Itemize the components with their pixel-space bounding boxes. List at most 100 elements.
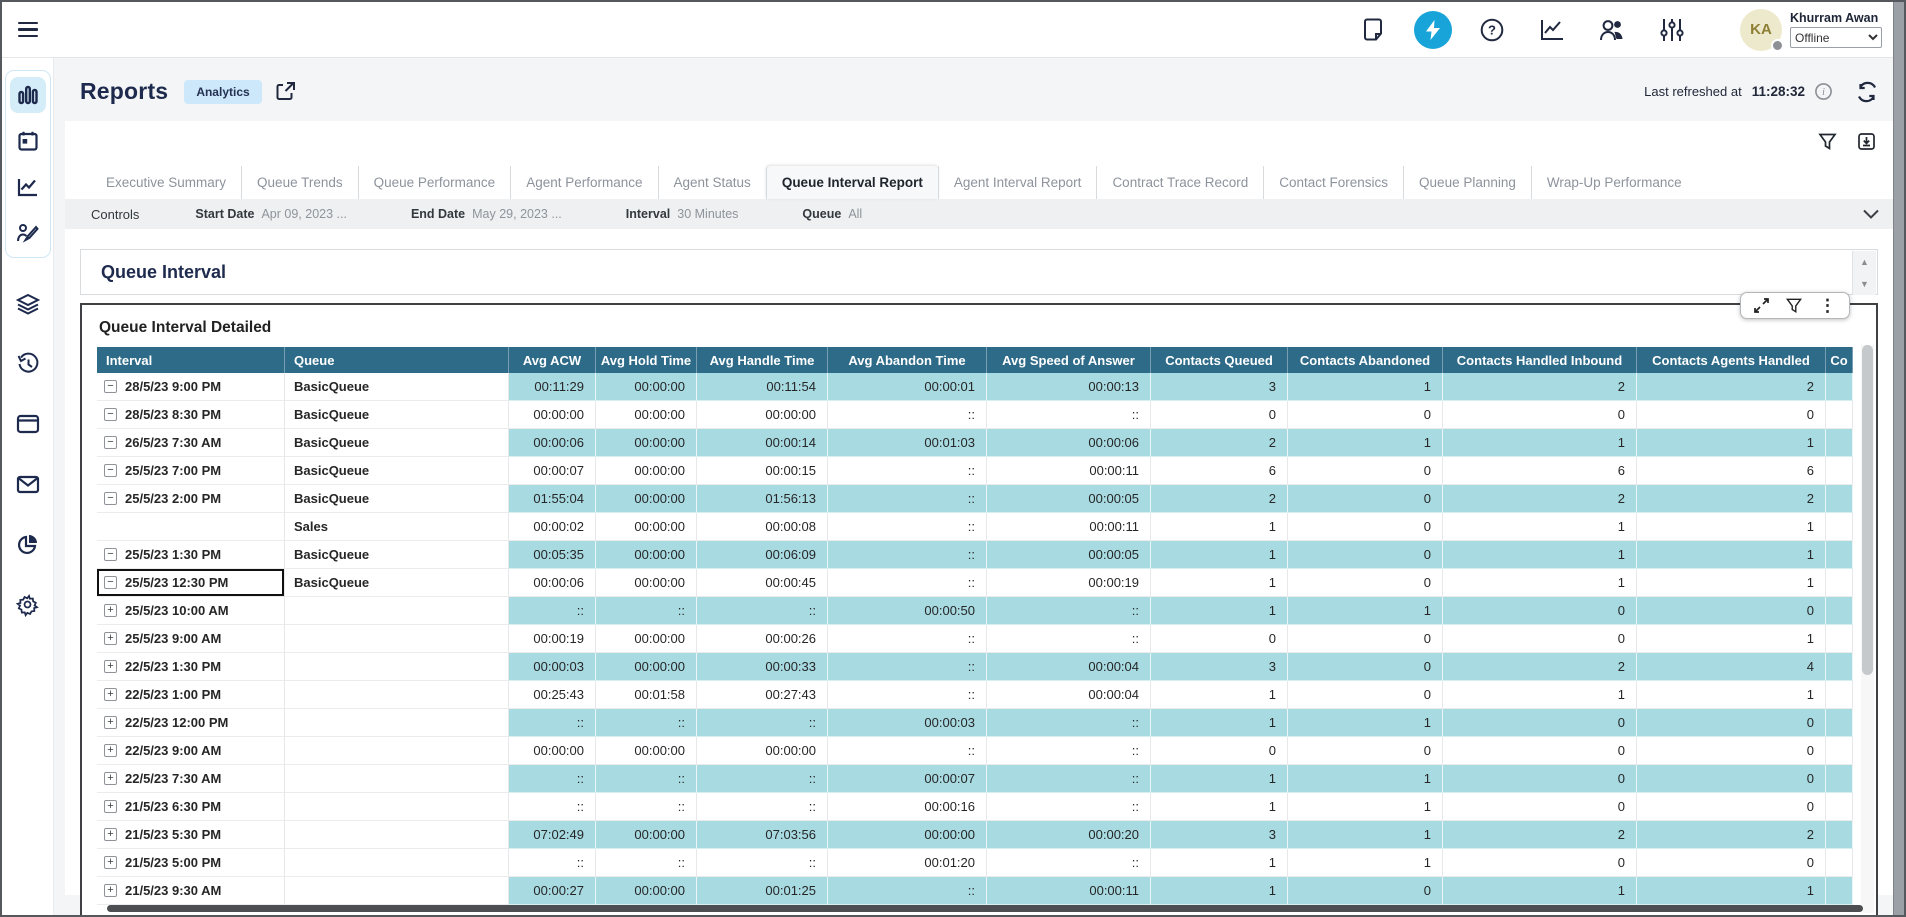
control-interval[interactable]: Interval30 Minutes [626,207,739,221]
column-header-contacts-queued[interactable]: Contacts Queued [1151,347,1288,373]
download-icon[interactable] [1858,133,1875,150]
spinner-down-icon[interactable]: ▼ [1853,273,1876,295]
sidebar-item-calendar[interactable] [10,123,46,159]
expand-icon[interactable]: + [104,716,117,729]
metrics-icon[interactable] [1532,10,1572,50]
interval-cell[interactable]: +22/5/23 9:00 AM [97,737,285,765]
controls-chevron-down-icon[interactable] [1863,209,1879,219]
expand-icon[interactable]: + [104,884,117,897]
help-icon[interactable]: ? [1472,10,1512,50]
tab-queue-planning[interactable]: Queue Planning [1403,166,1531,199]
sidebar-item-layers[interactable] [10,286,46,322]
tab-queue-interval-report[interactable]: Queue Interval Report [766,166,938,199]
sidebar-item-line-chart[interactable] [10,169,46,205]
interval-cell[interactable]: −25/5/23 1:30 PM [97,541,285,569]
tab-agent-interval-report[interactable]: Agent Interval Report [938,166,1097,199]
expand-icon[interactable]: + [104,800,117,813]
focus-mode-icon[interactable] [1754,298,1769,313]
column-header-co[interactable]: Co [1826,347,1853,373]
control-value: May 29, 2023 ... [472,207,562,221]
column-header-avg-handle-time[interactable]: Avg Handle Time [697,347,828,373]
expand-icon[interactable]: + [104,856,117,869]
interval-cell[interactable]: +22/5/23 12:00 PM [97,709,285,737]
expand-icon[interactable]: + [104,688,117,701]
sidebar-item-mail[interactable] [10,466,46,502]
column-header-avg-hold-time[interactable]: Avg Hold Time [596,347,697,373]
expand-icon[interactable]: + [104,828,117,841]
external-link-icon[interactable] [276,82,295,101]
control-end-date[interactable]: End DateMay 29, 2023 ... [411,207,562,221]
interval-cell[interactable]: −25/5/23 12:30 PM [97,569,285,597]
interval-cell[interactable]: −26/5/23 7:30 AM [97,429,285,457]
interval-cell[interactable]: −28/5/23 9:00 PM [97,373,285,401]
value-cell: :: [596,597,697,625]
control-start-date[interactable]: Start DateApr 09, 2023 ... [195,207,347,221]
sidebar-item-history[interactable] [10,346,46,382]
tab-contract-trace-record[interactable]: Contract Trace Record [1096,166,1263,199]
sidebar-item-bar-chart[interactable] [10,77,46,113]
collapse-icon[interactable]: − [104,380,117,393]
filter-icon[interactable] [1819,133,1836,150]
column-header-queue[interactable]: Queue [285,347,509,373]
collapse-icon[interactable]: − [104,464,117,477]
column-header-interval[interactable]: Interval [97,347,285,373]
expand-icon[interactable]: + [104,744,117,757]
tab-agent-status[interactable]: Agent Status [658,166,766,199]
collapse-icon[interactable]: − [104,492,117,505]
column-header-contacts-handled-inbound[interactable]: Contacts Handled Inbound [1443,347,1637,373]
spinner-up-icon[interactable]: ▲ [1853,251,1876,273]
info-icon[interactable]: i [1815,83,1832,100]
agent-status-select[interactable]: Offline [1790,27,1882,48]
expand-icon[interactable]: + [104,660,117,673]
column-header-avg-acw[interactable]: Avg ACW [509,347,596,373]
tab-agent-performance[interactable]: Agent Performance [510,166,657,199]
table-vertical-scrollbar-thumb[interactable] [1862,345,1873,675]
column-header-avg-abandon-time[interactable]: Avg Abandon Time [828,347,987,373]
tab-wrap-up-performance[interactable]: Wrap-Up Performance [1531,166,1697,199]
hamburger-menu-icon[interactable] [18,17,44,43]
interval-cell[interactable]: +21/5/23 9:30 AM [97,877,285,905]
sidebar-item-pie-chart[interactable] [10,526,46,562]
interval-cell[interactable]: +25/5/23 9:00 AM [97,625,285,653]
control-queue[interactable]: QueueAll [802,207,862,221]
expand-icon[interactable]: + [104,632,117,645]
tab-queue-performance[interactable]: Queue Performance [358,166,511,199]
refresh-icon[interactable] [1856,82,1878,102]
column-header-avg-speed-of-answer[interactable]: Avg Speed of Answer [987,347,1151,373]
interval-cell[interactable]: +22/5/23 7:30 AM [97,765,285,793]
interval-cell[interactable]: +21/5/23 6:30 PM [97,793,285,821]
column-header-contacts-agents-handled[interactable]: Contacts Agents Handled [1637,347,1826,373]
sidebar-item-gear[interactable] [10,586,46,622]
collapse-icon[interactable]: − [104,436,117,449]
interval-cell[interactable]: +22/5/23 1:30 PM [97,653,285,681]
sidebar-item-window[interactable] [10,406,46,442]
expand-icon[interactable]: + [104,604,117,617]
interval-cell[interactable]: +21/5/23 5:00 PM [97,849,285,877]
more-options-kebab-icon[interactable]: ⋮ [1819,299,1836,312]
interval-cell[interactable]: −25/5/23 7:00 PM [97,457,285,485]
collapse-icon[interactable]: − [104,576,117,589]
users-icon[interactable] [1592,10,1632,50]
collapse-icon[interactable]: − [104,548,117,561]
interval-cell[interactable]: +22/5/23 1:00 PM [97,681,285,709]
expand-icon[interactable]: + [104,772,117,785]
page-scrollbar[interactable] [1893,2,1904,915]
table-horizontal-scrollbar-thumb[interactable] [107,905,1863,912]
sliders-icon[interactable] [1652,10,1692,50]
interval-cell[interactable]: −28/5/23 8:30 PM [97,401,285,429]
lightning-icon[interactable] [1414,11,1452,49]
interval-cell[interactable]: −25/5/23 2:00 PM [97,485,285,513]
visual-filter-icon[interactable] [1786,298,1802,313]
interval-cell[interactable] [97,513,285,541]
column-header-contacts-abandoned[interactable]: Contacts Abandoned [1288,347,1443,373]
tab-contact-forensics[interactable]: Contact Forensics [1263,166,1403,199]
note-icon[interactable] [1354,10,1394,50]
tab-queue-trends[interactable]: Queue Trends [241,166,358,199]
collapse-icon[interactable]: − [104,408,117,421]
sidebar-item-design[interactable] [10,215,46,251]
avatar[interactable]: KA [1740,9,1782,51]
tab-executive-summary[interactable]: Executive Summary [91,166,241,199]
interval-cell[interactable]: +21/5/23 5:30 PM [97,821,285,849]
interval-cell[interactable]: +25/5/23 10:00 AM [97,597,285,625]
table-vertical-scrollbar[interactable] [1861,345,1874,913]
